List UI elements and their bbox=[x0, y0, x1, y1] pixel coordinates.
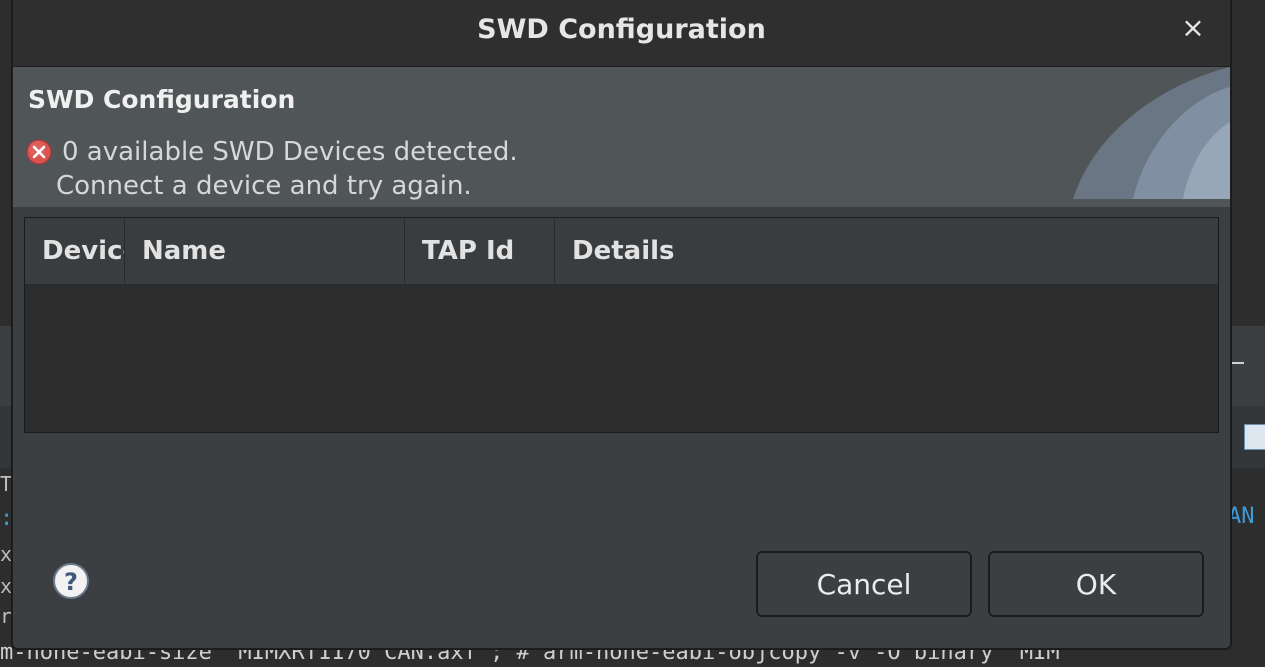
swd-configuration-dialog: SWD Configuration × SWD Configuration 0 … bbox=[12, 0, 1231, 649]
table-header: Device Name TAP Id Details bbox=[25, 218, 1218, 285]
banner-graphic-icon bbox=[1073, 67, 1230, 199]
column-header-device[interactable]: Device bbox=[25, 218, 125, 284]
dialog-title: SWD Configuration bbox=[477, 14, 766, 45]
dialog-header-band: SWD Configuration 0 available SWD Device… bbox=[13, 67, 1230, 207]
dialog-titlebar: SWD Configuration × bbox=[13, 0, 1230, 67]
page-title: SWD Configuration bbox=[28, 85, 296, 114]
error-hint: Connect a device and try again. bbox=[56, 171, 472, 201]
svg-text:?: ? bbox=[64, 568, 78, 596]
background-fragment: T bbox=[0, 472, 13, 496]
folder-icon bbox=[1244, 424, 1265, 450]
error-icon bbox=[26, 139, 52, 165]
column-header-name[interactable]: Name bbox=[125, 218, 405, 284]
help-icon[interactable]: ? bbox=[52, 562, 90, 600]
minimize-icon bbox=[1230, 362, 1244, 366]
column-header-tap-id[interactable]: TAP Id bbox=[405, 218, 555, 284]
error-message: 0 available SWD Devices detected. bbox=[62, 137, 518, 167]
column-header-details[interactable]: Details bbox=[555, 218, 1218, 284]
background-fragment: AN bbox=[1228, 504, 1255, 529]
swd-devices-table[interactable]: Device Name TAP Id Details bbox=[24, 217, 1219, 433]
close-icon[interactable]: × bbox=[1177, 12, 1209, 44]
cancel-button[interactable]: Cancel bbox=[756, 551, 972, 617]
ok-button[interactable]: OK bbox=[988, 551, 1204, 617]
